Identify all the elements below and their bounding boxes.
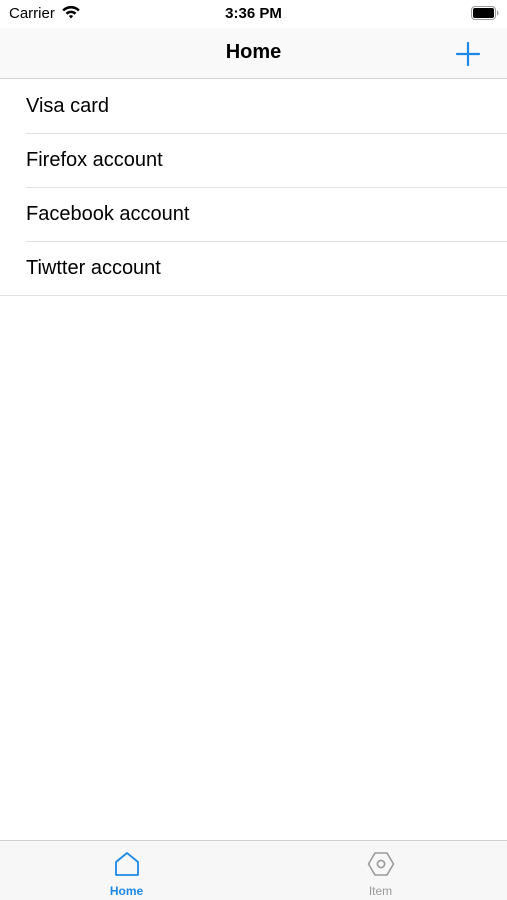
tab-item[interactable]: Item: [254, 841, 507, 900]
add-button[interactable]: [452, 38, 484, 70]
plus-icon: [455, 41, 481, 67]
list-item-label: Tiwtter account: [26, 257, 161, 279]
list-item[interactable]: Facebook account: [0, 188, 507, 242]
list-item-label: Firefox account: [26, 149, 163, 171]
page-title: Home: [225, 41, 282, 63]
list-item-label: Visa card: [26, 95, 110, 117]
list-item[interactable]: Tiwtter account: [0, 242, 507, 296]
battery-icon: [471, 6, 499, 20]
tab-bar: Home Item: [0, 840, 507, 900]
tab-item-label: Item: [368, 884, 393, 898]
hexagon-icon: [367, 852, 394, 876]
tab-home-label: Home: [109, 884, 144, 898]
home-icon: [114, 852, 139, 876]
tab-home[interactable]: Home: [0, 841, 253, 900]
status-bar: Carrier 3:36 PM: [0, 0, 507, 28]
list-item[interactable]: Firefox account: [0, 134, 507, 188]
list-item-label: Facebook account: [26, 203, 190, 225]
list-item[interactable]: Visa card: [0, 80, 507, 134]
status-time: 3:36 PM: [225, 5, 282, 22]
item-list: Visa card Firefox account Facebook accou…: [0, 80, 507, 296]
navigation-bar: Home: [0, 28, 507, 79]
